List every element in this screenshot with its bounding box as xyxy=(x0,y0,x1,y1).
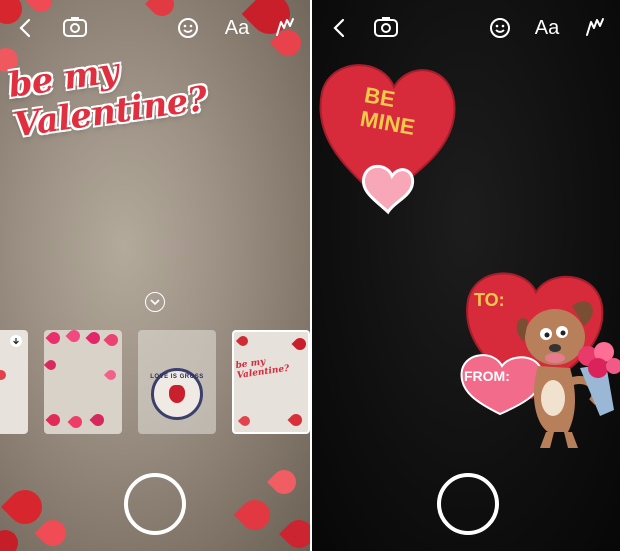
to-label: TO: xyxy=(474,290,505,310)
be-mine-text: BE MINE xyxy=(358,82,417,140)
petal-decoration xyxy=(44,357,59,373)
petal-decoration xyxy=(89,411,107,429)
thumb-valentine-text: be my Valentine? xyxy=(234,357,291,382)
sticker-thumb-badge[interactable]: LOVE IS GROSS xyxy=(138,330,216,434)
expand-tray-button[interactable] xyxy=(145,292,165,312)
petal-decoration xyxy=(65,330,83,345)
petal-decoration xyxy=(287,411,305,429)
camera-panel-right: Aa BE MINE TO: FROM: xyxy=(312,0,620,551)
petal-decoration xyxy=(45,330,63,347)
sticker-thumb-valentine-frame[interactable]: be my Valentine? xyxy=(232,330,310,434)
rose-bouquet xyxy=(578,342,620,416)
badge-text: LOVE IS GROSS xyxy=(150,374,204,380)
petal-decoration xyxy=(67,413,85,431)
petal-decoration xyxy=(145,0,179,21)
draw-tool-icon[interactable] xyxy=(582,14,608,40)
petal-decoration xyxy=(103,367,119,383)
download-icon xyxy=(10,335,22,347)
flip-camera-icon[interactable] xyxy=(372,14,400,40)
petal-decoration xyxy=(0,367,9,383)
petal-decoration xyxy=(103,331,121,349)
sticker-thumb-hearts-frame[interactable] xyxy=(44,330,122,434)
petal-decoration xyxy=(291,335,308,353)
petal-decoration xyxy=(237,413,253,429)
camera-panel-left: Aa be my Valentine? LOVE IS GROSS be my … xyxy=(0,0,310,551)
shutter-button[interactable] xyxy=(437,473,499,535)
flip-camera-icon[interactable] xyxy=(61,14,89,40)
petal-decoration xyxy=(85,330,103,347)
petal-decoration xyxy=(235,333,251,349)
petal-decoration xyxy=(233,493,277,537)
emoji-sticker-icon[interactable] xyxy=(488,16,512,40)
anatomical-heart-icon xyxy=(169,385,185,403)
petal-decoration xyxy=(45,411,63,429)
back-icon[interactable] xyxy=(328,16,350,40)
from-label: FROM: xyxy=(464,368,510,384)
back-icon[interactable] xyxy=(14,16,36,40)
text-tool-button[interactable]: Aa xyxy=(532,15,562,41)
sticker-tray: LOVE IS GROSS be my Valentine? xyxy=(0,330,310,434)
petal-decoration xyxy=(34,514,72,551)
petal-decoration xyxy=(267,465,301,499)
emoji-sticker-icon[interactable] xyxy=(176,16,200,40)
valentine-text-overlay: be my Valentine? xyxy=(5,50,210,146)
petal-decoration xyxy=(25,0,57,17)
shutter-button[interactable] xyxy=(124,473,186,535)
petal-decoration xyxy=(0,524,24,551)
petal-decoration xyxy=(279,514,310,551)
sticker-thumb-download[interactable] xyxy=(0,330,28,434)
